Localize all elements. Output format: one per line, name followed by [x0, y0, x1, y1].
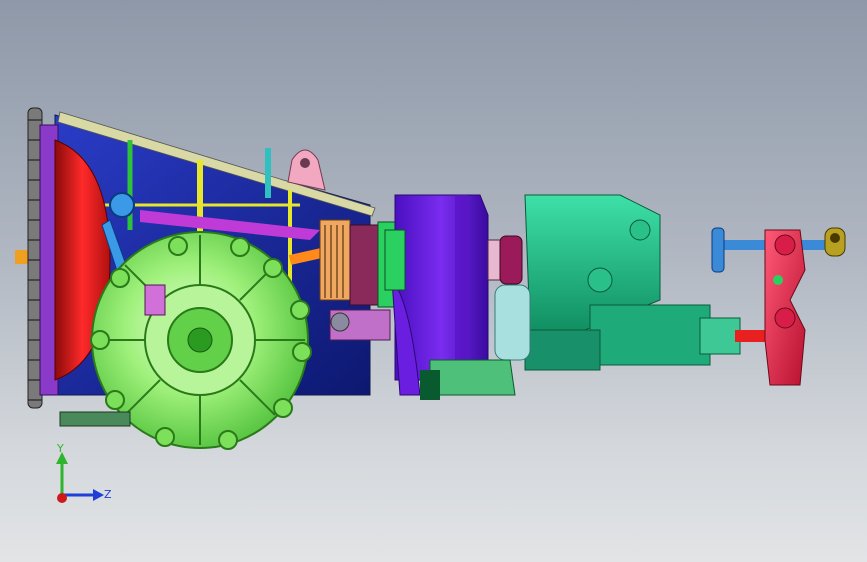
x-axis-dot	[57, 493, 67, 503]
coupling[interactable]	[487, 235, 523, 285]
transfer-case[interactable]	[524, 194, 741, 371]
z-axis-label: Z	[104, 488, 112, 501]
y-axis-label: Y	[56, 442, 64, 455]
z-axis-arrowhead	[93, 489, 104, 501]
cad-viewport[interactable]: Y Z	[0, 0, 867, 562]
breather-tube[interactable]	[494, 284, 531, 361]
axis-triad: Y Z	[56, 442, 112, 503]
gearbox-assembly-model[interactable]	[0, 0, 867, 562]
shift-linkage[interactable]	[711, 227, 846, 386]
